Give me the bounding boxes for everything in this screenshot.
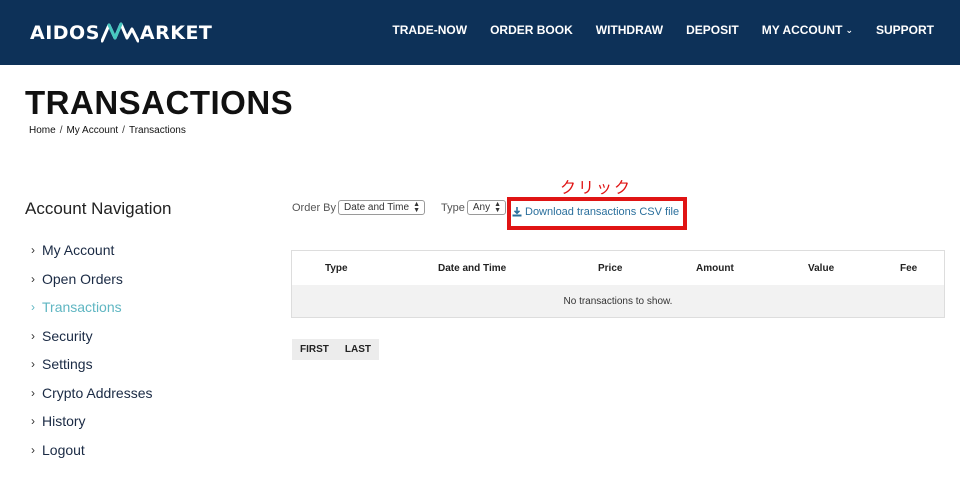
sidebar-item-logout[interactable]: › Logout (31, 436, 153, 465)
nav-deposit[interactable]: DEPOSIT (686, 23, 739, 37)
sidebar-item-label: My Account (42, 242, 115, 259)
sidebar-item-settings[interactable]: › Settings (31, 350, 153, 379)
first-page-button[interactable]: FIRST (292, 339, 337, 360)
chevron-right-icon: › (31, 414, 35, 429)
table-header: Type Date and Time Price Amount Value Fe… (292, 251, 944, 285)
chevron-right-icon: › (31, 385, 35, 400)
chevron-right-icon: › (31, 271, 35, 286)
nav-my-account-label: MY ACCOUNT (761, 23, 843, 37)
order-by-selected-value: Date and Time (344, 202, 410, 213)
download-csv-link[interactable]: Download transactions CSV file (512, 206, 679, 218)
page-title: TRANSACTIONS (25, 84, 294, 121)
column-header-price[interactable]: Price (598, 263, 622, 274)
click-callout-text: クリック (560, 180, 633, 197)
sidebar-item-label: Logout (42, 441, 85, 458)
type-label: Type (441, 201, 465, 214)
transactions-table: Type Date and Time Price Amount Value Fe… (291, 250, 945, 318)
chevron-down-icon: ⌄ (845, 24, 853, 35)
nav-my-account[interactable]: MY ACCOUNT ⌄ (762, 23, 853, 37)
order-by-label: Order By (292, 201, 337, 214)
column-header-date-time[interactable]: Date and Time (438, 263, 506, 274)
logo-text-left: AIDOS (30, 22, 100, 44)
chevron-right-icon: › (31, 300, 35, 315)
sidebar-item-crypto-addresses[interactable]: › Crypto Addresses (31, 379, 153, 408)
account-navigation-list: › My Account › Open Orders › Transaction… (31, 236, 153, 464)
sidebar-item-history[interactable]: › History (31, 407, 153, 436)
download-csv-label: Download transactions CSV file (525, 206, 680, 218)
column-header-amount[interactable]: Amount (696, 263, 734, 274)
sidebar-item-label: Transactions (42, 299, 122, 316)
order-by-select[interactable]: Date and Time ▲ ▼ (338, 200, 425, 215)
select-arrows-icon: ▲ ▼ (413, 200, 420, 214)
chevron-right-icon: › (31, 243, 35, 258)
breadcrumb-current: Transactions (128, 125, 186, 136)
nav-order-book[interactable]: ORDER BOOK (490, 23, 573, 37)
pagination: FIRST LAST (292, 339, 379, 360)
sidebar-item-open-orders[interactable]: › Open Orders (31, 265, 153, 294)
table-empty-row: No transactions to show. (292, 285, 944, 317)
logo-m-wave-icon (100, 22, 139, 43)
nav-support[interactable]: SUPPORT (876, 23, 934, 37)
sidebar-item-label: Open Orders (42, 270, 123, 287)
logo-text-right: ARKET (139, 22, 213, 44)
nav-trade-now[interactable]: TRADE-NOW (392, 23, 467, 37)
chevron-right-icon: › (31, 357, 35, 372)
breadcrumb-separator: / (122, 125, 125, 136)
select-arrows-icon: ▲ ▼ (494, 200, 502, 214)
type-select[interactable]: Any ▲ ▼ (466, 200, 507, 215)
top-navbar: AIDOS ARKET TRADE-NOW ORDER BOOK WITHDRA… (0, 0, 960, 65)
aidos-market-logo[interactable]: AIDOS ARKET (30, 18, 212, 48)
column-header-type[interactable]: Type (325, 263, 348, 274)
type-selected-value: Any (472, 202, 491, 213)
sidebar-item-label: History (42, 413, 86, 430)
chevron-right-icon: › (31, 328, 35, 343)
main-nav: TRADE-NOW ORDER BOOK WITHDRAW DEPOSIT MY… (369, 0, 934, 60)
empty-message: No transactions to show. (563, 295, 673, 307)
breadcrumb-my-account[interactable]: My Account (66, 125, 118, 136)
sidebar-item-security[interactable]: › Security (31, 322, 153, 351)
breadcrumb: Home / My Account / Transactions (29, 125, 186, 136)
breadcrumb-home[interactable]: Home (29, 125, 56, 136)
sidebar-item-label: Settings (42, 356, 93, 373)
account-navigation-heading: Account Navigation (25, 199, 172, 218)
nav-withdraw[interactable]: WITHDRAW (596, 23, 663, 37)
breadcrumb-separator: / (59, 125, 63, 136)
transaction-filters: Order By Date and Time ▲ ▼ Type Any ▲ ▼ (292, 200, 507, 215)
sidebar-item-label: Security (42, 327, 93, 344)
column-header-value[interactable]: Value (808, 263, 834, 274)
sidebar-item-label: Crypto Addresses (42, 384, 153, 401)
sidebar-item-my-account[interactable]: › My Account (31, 236, 153, 265)
download-icon (512, 207, 522, 217)
column-header-fee[interactable]: Fee (900, 263, 917, 274)
last-page-button[interactable]: LAST (336, 339, 379, 360)
sidebar-item-transactions[interactable]: › Transactions (31, 293, 153, 322)
chevron-right-icon: › (31, 442, 35, 457)
